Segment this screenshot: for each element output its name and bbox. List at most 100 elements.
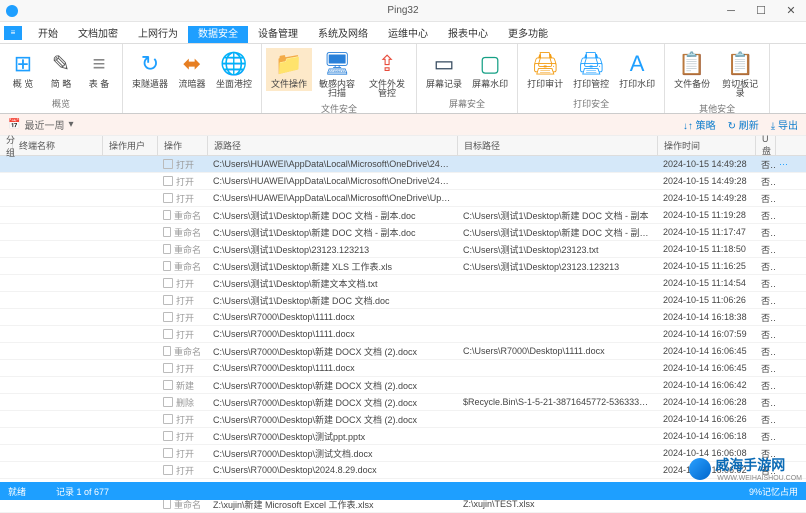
cell-usb: 否: [755, 328, 775, 341]
table-row[interactable]: 重命名C:\Users\测试1\Desktop\新建 XLS 工作表.xlsC:…: [0, 258, 806, 275]
cell-time: 2024-10-14 16:06:45: [657, 363, 755, 373]
cell-time: 2024-10-14 16:06:18: [657, 431, 755, 441]
col-time[interactable]: 操作时间: [658, 136, 756, 155]
ribbon-group-4: 🖨打印审计🖨打印管控A打印水印打印安全: [518, 44, 665, 113]
table-row[interactable]: 重命名C:\Users\测试1\Desktop\新建 DOC 文档 - 副本.d…: [0, 207, 806, 224]
window-title: Ping32: [387, 5, 418, 16]
col-source[interactable]: 源路径: [208, 136, 458, 155]
table-row[interactable]: 打开C:\Users\R7000\Desktop\1111.docx2024-1…: [0, 309, 806, 326]
ribbon-item-2-0[interactable]: 📁文件操作: [266, 48, 312, 91]
table-row[interactable]: 打开C:\Users\R7000\Desktop\1111.docx2024-1…: [0, 360, 806, 377]
table-row[interactable]: 删除C:\Users\R7000\Desktop\新建 DOCX 文档 (2).…: [0, 394, 806, 411]
col-dest[interactable]: 目标路径: [458, 136, 658, 155]
ribbon-group-3: ▭屏幕记录▢屏幕水印屏幕安全: [417, 44, 518, 113]
col-user[interactable]: 操作用户: [103, 136, 158, 155]
ribbon-item-5-1[interactable]: 📋剪切板记录: [715, 48, 765, 100]
ribbon-item-3-1[interactable]: ▢屏幕水印: [467, 48, 513, 91]
cell-source: C:\Users\测试1\Desktop\新建 XLS 工作表.xls: [207, 260, 457, 273]
menu-tab-8[interactable]: 更多功能: [498, 26, 558, 43]
ribbon-label: 打印管控: [573, 80, 609, 89]
calendar-icon[interactable]: 📅: [8, 119, 20, 130]
table-body: 打开C:\Users\HUAWEI\AppData\Local\Microsof…: [0, 156, 806, 513]
ribbon-item-0-2[interactable]: ≡表 备: [80, 48, 118, 91]
toolbar-action-1[interactable]: ↻ 刷新: [728, 117, 759, 132]
col-category[interactable]: 分组: [0, 136, 13, 155]
cell-operation: 打开: [157, 158, 207, 171]
cell-dest: C:\Users\测试1\Desktop\新建 DOC 文档 - 副本.txt: [457, 226, 657, 239]
cell-usb: 否: [755, 243, 775, 256]
menu-tab-5[interactable]: 系统及网络: [308, 26, 378, 43]
cell-source: C:\Users\HUAWEI\AppData\Local\Microsoft\…: [207, 193, 457, 203]
statusbar: 就绪 记录 1 of 677 9%记忆占用: [0, 482, 806, 500]
document-icon: [163, 312, 173, 322]
cell-time: 2024-10-14 16:06:08: [657, 448, 755, 458]
table-row[interactable]: 打开C:\Users\R7000\Desktop\2024.8.29.docx2…: [0, 462, 806, 479]
ribbon-item-4-2[interactable]: A打印水印: [614, 48, 660, 91]
ribbon-item-0-0[interactable]: ⊞概 览: [4, 48, 42, 91]
cell-dest: C:\Users\测试1\Desktop\23123.txt: [457, 243, 657, 256]
ribbon-item-4-0[interactable]: 🖨打印审计: [522, 48, 568, 91]
table-row[interactable]: 打开C:\Users\HUAWEI\AppData\Local\Microsof…: [0, 156, 806, 173]
menu-tab-7[interactable]: 报表中心: [438, 26, 498, 43]
ribbon-item-4-1[interactable]: 🖨打印管控: [568, 48, 614, 91]
table-row[interactable]: 打开C:\Users\R7000\Desktop\测试ppt.pptx2024-…: [0, 428, 806, 445]
ribbon-label: 文件操作: [271, 80, 307, 89]
cell-usb: 否: [755, 362, 775, 375]
document-icon: [163, 363, 173, 373]
ribbon-item-1-1[interactable]: ⬌流暗器: [173, 48, 211, 91]
table-row[interactable]: 打开C:\Users\HUAWEI\AppData\Local\Microsof…: [0, 190, 806, 207]
col-terminal[interactable]: 终端名称: [13, 136, 103, 155]
close-button[interactable]: ✕: [776, 0, 806, 22]
toolbar-action-0[interactable]: ↓↑ 策略: [683, 117, 716, 132]
ribbon-item-2-2[interactable]: ⇪文件外发管控: [362, 48, 412, 100]
row-more-icon[interactable]: ⋯: [775, 159, 792, 170]
cell-source: C:\Users\HUAWEI\AppData\Local\Microsoft\…: [207, 159, 457, 169]
table-row[interactable]: 打开C:\Users\R7000\Desktop\新建 DOCX 文档 (2).…: [0, 411, 806, 428]
menu-tab-0[interactable]: 开始: [28, 26, 68, 43]
main-menu-icon[interactable]: ≡: [4, 26, 22, 40]
ribbon-label: 打印水印: [619, 80, 655, 89]
table-row[interactable]: 打开C:\Users\R7000\Desktop\测试文档.docx2024-1…: [0, 445, 806, 462]
maximize-button[interactable]: ☐: [746, 0, 776, 22]
table-row[interactable]: 新建C:\Users\R7000\Desktop\新建 DOCX 文档 (2).…: [0, 377, 806, 394]
cell-source: C:\Users\测试1\Desktop\新建 DOC 文档.doc: [207, 294, 457, 307]
minimize-button[interactable]: ─: [716, 0, 746, 22]
table-row[interactable]: 打开C:\Users\测试1\Desktop\新建 DOC 文档.doc2024…: [0, 292, 806, 309]
menu-tab-6[interactable]: 运维中心: [378, 26, 438, 43]
menu-tab-4[interactable]: 设备管理: [248, 26, 308, 43]
cell-operation: 重命名: [157, 345, 207, 358]
status-record: 记录 1 of 677: [56, 485, 109, 498]
table-row[interactable]: 重命名C:\Users\测试1\Desktop\23123.123213C:\U…: [0, 241, 806, 258]
col-usb[interactable]: U盘: [756, 136, 776, 155]
ribbon-label: 流暗器: [179, 80, 206, 89]
ribbon-item-1-2[interactable]: 🌐坐面港控: [211, 48, 257, 91]
menu-tab-1[interactable]: 文档加密: [68, 26, 128, 43]
ribbon-label: 屏幕记录: [426, 80, 462, 89]
col-operation[interactable]: 操作: [158, 136, 208, 155]
table-row[interactable]: 打开C:\Users\HUAWEI\AppData\Local\Microsof…: [0, 173, 806, 190]
cell-operation: 重命名: [157, 243, 207, 256]
ribbon-group-2: 📁文件操作🖥敏感内容扫描⇪文件外发管控文件安全: [262, 44, 417, 113]
ribbon-item-1-0[interactable]: ↻束隧遁器: [127, 48, 173, 91]
ribbon-item-5-0[interactable]: 📋文件备份: [669, 48, 715, 91]
ribbon-group-label: 打印安全: [522, 95, 660, 111]
table-row[interactable]: 重命名C:\Users\测试1\Desktop\新建 DOC 文档 - 副本.d…: [0, 224, 806, 241]
date-range-label[interactable]: 最近一周: [24, 117, 64, 132]
ribbon-item-0-1[interactable]: ✎简 略: [42, 48, 80, 91]
table-row[interactable]: 打开C:\Users\测试1\Desktop\新建文本文档.txt2024-10…: [0, 275, 806, 292]
table-row[interactable]: 打开C:\Users\R7000\Desktop\1111.docx2024-1…: [0, 326, 806, 343]
ribbon-icon: 🖥: [323, 50, 351, 78]
cell-time: 2024-10-14 16:06:28: [657, 397, 755, 407]
cell-source: C:\Users\R7000\Desktop\2024.8.29.docx: [207, 465, 457, 475]
cell-time: 2024-10-14 16:07:59: [657, 329, 755, 339]
menu-tab-2[interactable]: 上网行为: [128, 26, 188, 43]
cell-time: 2024-10-15 11:18:50: [657, 244, 755, 254]
toolbar-action-2[interactable]: ⤓ 导出: [771, 117, 798, 132]
ribbon-item-2-1[interactable]: 🖥敏感内容扫描: [312, 48, 362, 100]
document-icon: [163, 244, 171, 254]
menu-tab-3[interactable]: 数据安全: [188, 26, 248, 43]
ribbon-item-3-0[interactable]: ▭屏幕记录: [421, 48, 467, 91]
document-icon: [163, 431, 173, 441]
ribbon-label: 束隧遁器: [132, 80, 168, 89]
table-row[interactable]: 重命名C:\Users\R7000\Desktop\新建 DOCX 文档 (2)…: [0, 343, 806, 360]
